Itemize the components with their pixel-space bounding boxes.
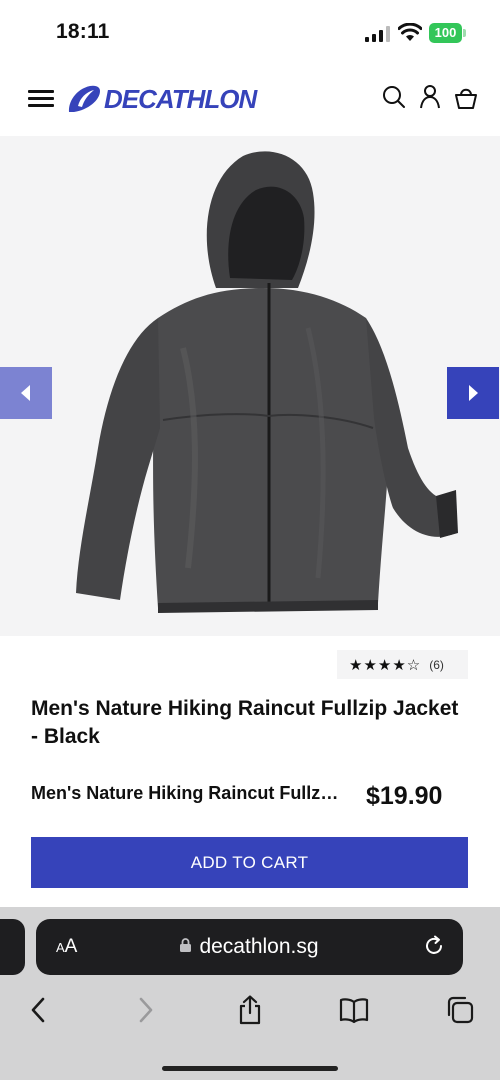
- decathlon-logo-mark-icon: [68, 85, 100, 112]
- site-header: DECATHLON: [0, 68, 500, 136]
- product-price: $19.90: [366, 782, 443, 810]
- product-image: [76, 151, 458, 613]
- next-image-button[interactable]: [447, 367, 499, 419]
- tabs-icon[interactable]: [445, 995, 475, 1025]
- url-display[interactable]: decathlon.sg: [36, 935, 463, 959]
- account-icon[interactable]: [418, 84, 442, 110]
- status-bar: 18:11 100: [0, 0, 500, 68]
- rating-stars: ★★★★☆: [349, 656, 422, 674]
- basket-icon[interactable]: [454, 84, 478, 110]
- chevron-left-icon: [21, 385, 30, 401]
- status-time: 18:11: [56, 20, 110, 43]
- brand-name: DECATHLON: [104, 84, 257, 114]
- share-icon[interactable]: [235, 995, 265, 1025]
- home-indicator: [162, 1066, 338, 1071]
- product-title: Men's Nature Hiking Raincut Fullzip Jack…: [31, 697, 459, 748]
- previous-tab-preview[interactable]: [0, 919, 25, 975]
- previous-image-button[interactable]: [0, 367, 52, 419]
- reload-icon[interactable]: [423, 935, 445, 957]
- product-image-gallery[interactable]: [0, 136, 500, 636]
- menu-icon[interactable]: [28, 88, 54, 108]
- url-text: decathlon.sg: [199, 935, 319, 958]
- battery-level: 100: [429, 23, 462, 43]
- search-icon[interactable]: [382, 84, 406, 110]
- sticky-product-name: Men's Nature Hiking Raincut Fullzip Jack…: [31, 783, 341, 803]
- back-icon[interactable]: [24, 995, 54, 1025]
- decathlon-logo[interactable]: DECATHLON: [66, 82, 266, 116]
- forward-icon[interactable]: [130, 995, 160, 1025]
- browser-bottom-bar: AAAA decathlon.sg: [0, 907, 500, 1080]
- add-to-cart-button[interactable]: ADD TO CART: [31, 837, 468, 888]
- cellular-signal-icon: [365, 26, 390, 42]
- wifi-icon: [398, 23, 422, 41]
- rating-badge[interactable]: ★★★★☆ (6): [337, 650, 468, 679]
- rating-count: (6): [429, 657, 444, 672]
- lock-icon: [180, 938, 192, 952]
- battery-icon: 100: [429, 23, 466, 43]
- bookmarks-icon[interactable]: [339, 995, 369, 1025]
- chevron-right-icon: [469, 385, 478, 401]
- address-bar[interactable]: AAAA decathlon.sg: [36, 919, 463, 975]
